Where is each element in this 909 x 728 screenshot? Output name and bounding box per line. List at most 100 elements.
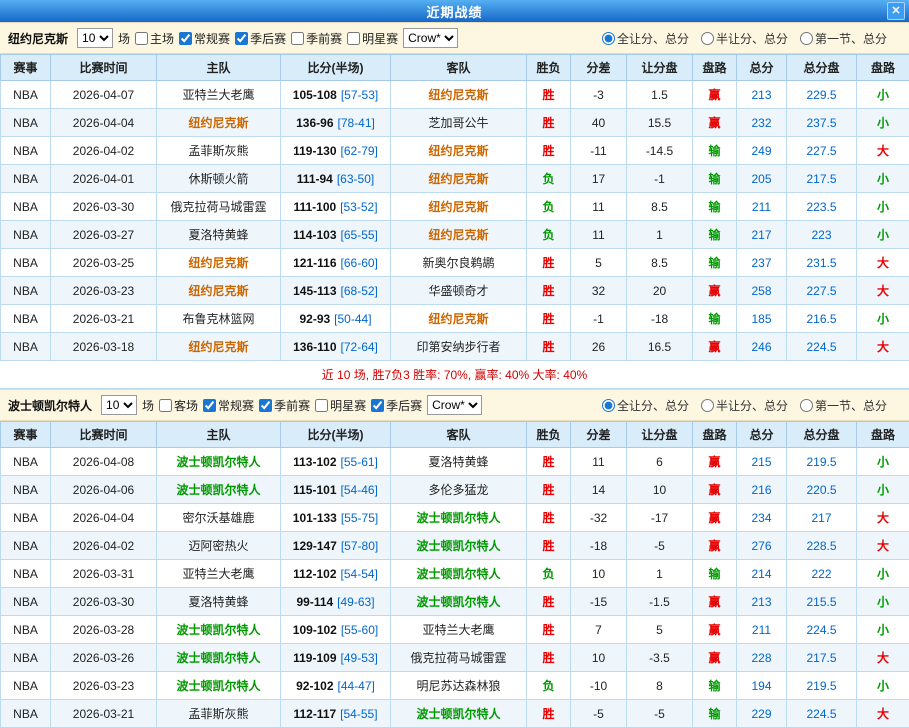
- column-header: 总分: [737, 422, 787, 448]
- filter-checkbox-1[interactable]: 常规赛: [179, 30, 230, 47]
- score-cell: 145-113[68-52]: [281, 277, 391, 305]
- total-points-cell: 232: [737, 109, 787, 137]
- stat-mode-radio-group: 全让分、总分半让分、总分第一节、总分: [602, 30, 901, 47]
- filter-checkbox-3[interactable]: 明星赛: [315, 397, 366, 414]
- total-line-cell: 220.5: [787, 476, 857, 504]
- radio-input[interactable]: [800, 32, 813, 45]
- game-row: NBA2026-03-27夏洛特黄蜂114-103[65-55]纽约尼克斯负11…: [1, 221, 909, 249]
- date-cell: 2026-03-30: [51, 193, 157, 221]
- checkbox-input[interactable]: [159, 399, 172, 412]
- total-line-cell: 229.5: [787, 81, 857, 109]
- date-cell: 2026-03-23: [51, 672, 157, 700]
- stat-mode-radio-1[interactable]: 半让分、总分: [701, 397, 788, 414]
- stat-mode-radio-2[interactable]: 第一节、总分: [800, 30, 887, 47]
- games-count-select[interactable]: 10: [77, 28, 113, 48]
- away-team-cell: 纽约尼克斯: [391, 137, 527, 165]
- filter-checkbox-0[interactable]: 主场: [135, 30, 174, 47]
- league-cell: NBA: [1, 81, 51, 109]
- filter-checkbox-1[interactable]: 常规赛: [203, 397, 254, 414]
- total-line-cell: 224.5: [787, 333, 857, 361]
- checkbox-label: 明星赛: [362, 30, 398, 47]
- radio-input[interactable]: [701, 32, 714, 45]
- stat-mode-radio-1[interactable]: 半让分、总分: [701, 30, 788, 47]
- stat-mode-radio-0[interactable]: 全让分、总分: [602, 30, 689, 47]
- handicap-line-cell: -17: [627, 504, 693, 532]
- close-icon[interactable]: ✕: [887, 2, 905, 20]
- stat-mode-radio-0[interactable]: 全让分、总分: [602, 397, 689, 414]
- date-cell: 2026-03-25: [51, 249, 157, 277]
- handicap-result-cell: 赢: [693, 532, 737, 560]
- score-cell: 109-102[55-60]: [281, 616, 391, 644]
- handicap-line-cell: 1.5: [627, 81, 693, 109]
- full-score: 92-93: [299, 312, 330, 326]
- filter-checkbox-3[interactable]: 季前赛: [291, 30, 342, 47]
- point-diff-cell: 11: [571, 193, 627, 221]
- over-under-cell: 大: [857, 333, 909, 361]
- total-points-cell: 215: [737, 448, 787, 476]
- checkbox-input[interactable]: [179, 32, 192, 45]
- games-count-select[interactable]: 10: [101, 395, 137, 415]
- game-row: NBA2026-04-04密尔沃基雄鹿101-133[55-75]波士顿凯尔特人…: [1, 504, 909, 532]
- games-table: 赛事比赛时间主队比分(半场)客队胜负分差让分盘盘路总分总分盘盘路NBA2026-…: [0, 54, 909, 361]
- filter-checkbox-2[interactable]: 季后赛: [235, 30, 286, 47]
- radio-input[interactable]: [602, 399, 615, 412]
- away-team-cell: 纽约尼克斯: [391, 193, 527, 221]
- checkbox-input[interactable]: [371, 399, 384, 412]
- point-diff-cell: 14: [571, 476, 627, 504]
- checkbox-input[interactable]: [135, 32, 148, 45]
- checkbox-label: 常规赛: [218, 397, 254, 414]
- radio-label: 全让分、总分: [617, 30, 689, 47]
- company-select[interactable]: Crow*: [427, 395, 482, 415]
- checkbox-input[interactable]: [315, 399, 328, 412]
- handicap-line-cell: 8: [627, 672, 693, 700]
- game-row: NBA2026-03-31亚特兰大老鹰112-102[54-54]波士顿凯尔特人…: [1, 560, 909, 588]
- point-diff-cell: 32: [571, 277, 627, 305]
- home-team-cell: 迈阿密热火: [157, 532, 281, 560]
- full-score: 109-102: [293, 623, 337, 637]
- full-score: 119-109: [293, 651, 336, 665]
- total-points-cell: 185: [737, 305, 787, 333]
- company-select[interactable]: Crow*: [403, 28, 458, 48]
- date-cell: 2026-03-31: [51, 560, 157, 588]
- result-cell: 胜: [527, 109, 571, 137]
- full-score: 121-116: [293, 256, 336, 270]
- handicap-line-cell: 1: [627, 560, 693, 588]
- stat-mode-radio-2[interactable]: 第一节、总分: [800, 397, 887, 414]
- date-cell: 2026-04-02: [51, 137, 157, 165]
- full-score: 129-147: [293, 539, 337, 553]
- point-diff-cell: 10: [571, 644, 627, 672]
- filter-checkbox-0[interactable]: 客场: [159, 397, 198, 414]
- half-score: [55-61]: [341, 455, 378, 469]
- checkbox-input[interactable]: [291, 32, 304, 45]
- date-cell: 2026-04-08: [51, 448, 157, 476]
- away-team-cell: 新奥尔良鹈鹕: [391, 249, 527, 277]
- radio-input[interactable]: [602, 32, 615, 45]
- score-cell: 129-147[57-80]: [281, 532, 391, 560]
- filter-checkbox-4[interactable]: 明星赛: [347, 30, 398, 47]
- team-section: 纽约尼克斯10场主场常规赛季后赛季前赛明星赛Crow*全让分、总分半让分、总分第…: [0, 22, 909, 389]
- checkbox-input[interactable]: [259, 399, 272, 412]
- filter-checkbox-4[interactable]: 季后赛: [371, 397, 422, 414]
- radio-input[interactable]: [800, 399, 813, 412]
- checkbox-input[interactable]: [235, 32, 248, 45]
- date-cell: 2026-03-28: [51, 616, 157, 644]
- game-row: NBA2026-03-26波士顿凯尔特人119-109[49-53]俄克拉荷马城…: [1, 644, 909, 672]
- checkbox-input[interactable]: [347, 32, 360, 45]
- checkbox-input[interactable]: [203, 399, 216, 412]
- point-diff-cell: -15: [571, 588, 627, 616]
- away-team-cell: 纽约尼克斯: [391, 81, 527, 109]
- game-row: NBA2026-03-18纽约尼克斯136-110[72-64]印第安纳步行者胜…: [1, 333, 909, 361]
- game-row: NBA2026-04-01休斯顿火箭111-94[63-50]纽约尼克斯负17-…: [1, 165, 909, 193]
- date-cell: 2026-03-21: [51, 305, 157, 333]
- handicap-result-cell: 赢: [693, 333, 737, 361]
- filter-checkbox-2[interactable]: 季前赛: [259, 397, 310, 414]
- total-line-cell: 228.5: [787, 532, 857, 560]
- half-score: [54-55]: [340, 707, 377, 721]
- radio-input[interactable]: [701, 399, 714, 412]
- away-team-cell: 芝加哥公牛: [391, 109, 527, 137]
- over-under-cell: 大: [857, 504, 909, 532]
- handicap-result-cell: 输: [693, 700, 737, 728]
- full-score: 101-133: [293, 511, 337, 525]
- half-score: [68-52]: [341, 284, 378, 298]
- result-cell: 负: [527, 221, 571, 249]
